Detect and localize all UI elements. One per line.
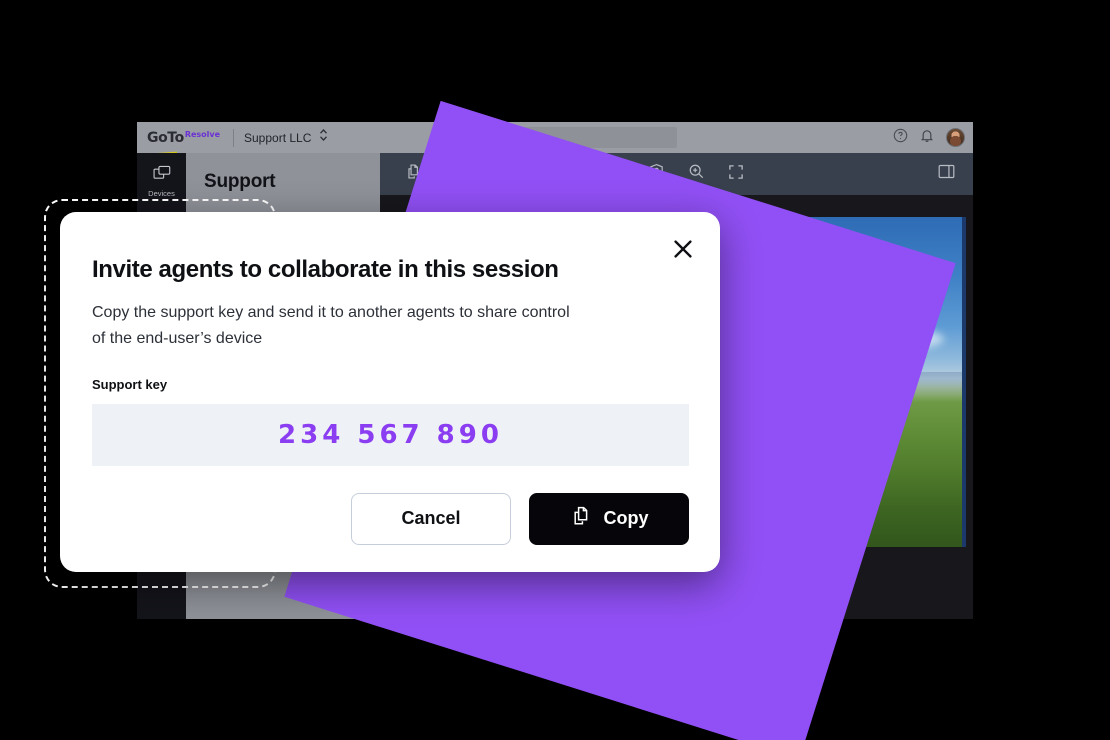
wallpaper-edge [962,217,966,547]
page-title: Support [204,171,276,192]
session-toolbar-right [938,153,955,195]
support-key-label: Support key [92,376,168,392]
goto-resolve-logo[interactable]: GoTo Resolve [137,129,227,158]
modal-title: Invite agents to collaborate in this ses… [92,256,559,283]
modal-description: Copy the support key and send it to anot… [92,303,570,347]
side-panel-icon[interactable] [938,164,955,184]
logo-goto-text: GoTo [147,129,184,146]
support-key-field[interactable]: 234 567 890 [92,403,689,466]
support-key-value: 234 567 890 [278,419,503,450]
fullscreen-icon[interactable] [728,164,744,185]
sidebar-item-devices[interactable]: Devices [137,165,186,198]
close-icon[interactable] [666,232,700,266]
invite-agents-modal: Invite agents to collaborate in this ses… [60,212,720,572]
tenant-name: Support LLC [244,130,312,145]
copy-button[interactable]: Copy [529,492,689,545]
copy-button-label: Copy [603,508,649,529]
user-avatar[interactable] [946,128,965,147]
bell-icon[interactable] [920,128,934,148]
clipboard-copy-icon [570,505,592,532]
devices-icon [153,165,171,186]
cancel-button-label: Cancel [401,508,461,529]
cancel-button[interactable]: Cancel [351,492,511,545]
topbar-divider [233,128,234,147]
sidebar-item-devices-label: Devices [148,189,175,198]
screenshot-canvas: GoTo Resolve Support LLC Search [0,0,1110,740]
logo-resolve-text: Resolve [184,129,221,139]
topbar-right-actions [893,122,965,153]
chevron-updown-icon[interactable] [319,128,328,147]
modal-actions: Cancel Copy [92,492,689,545]
help-circle-icon[interactable] [893,128,908,148]
